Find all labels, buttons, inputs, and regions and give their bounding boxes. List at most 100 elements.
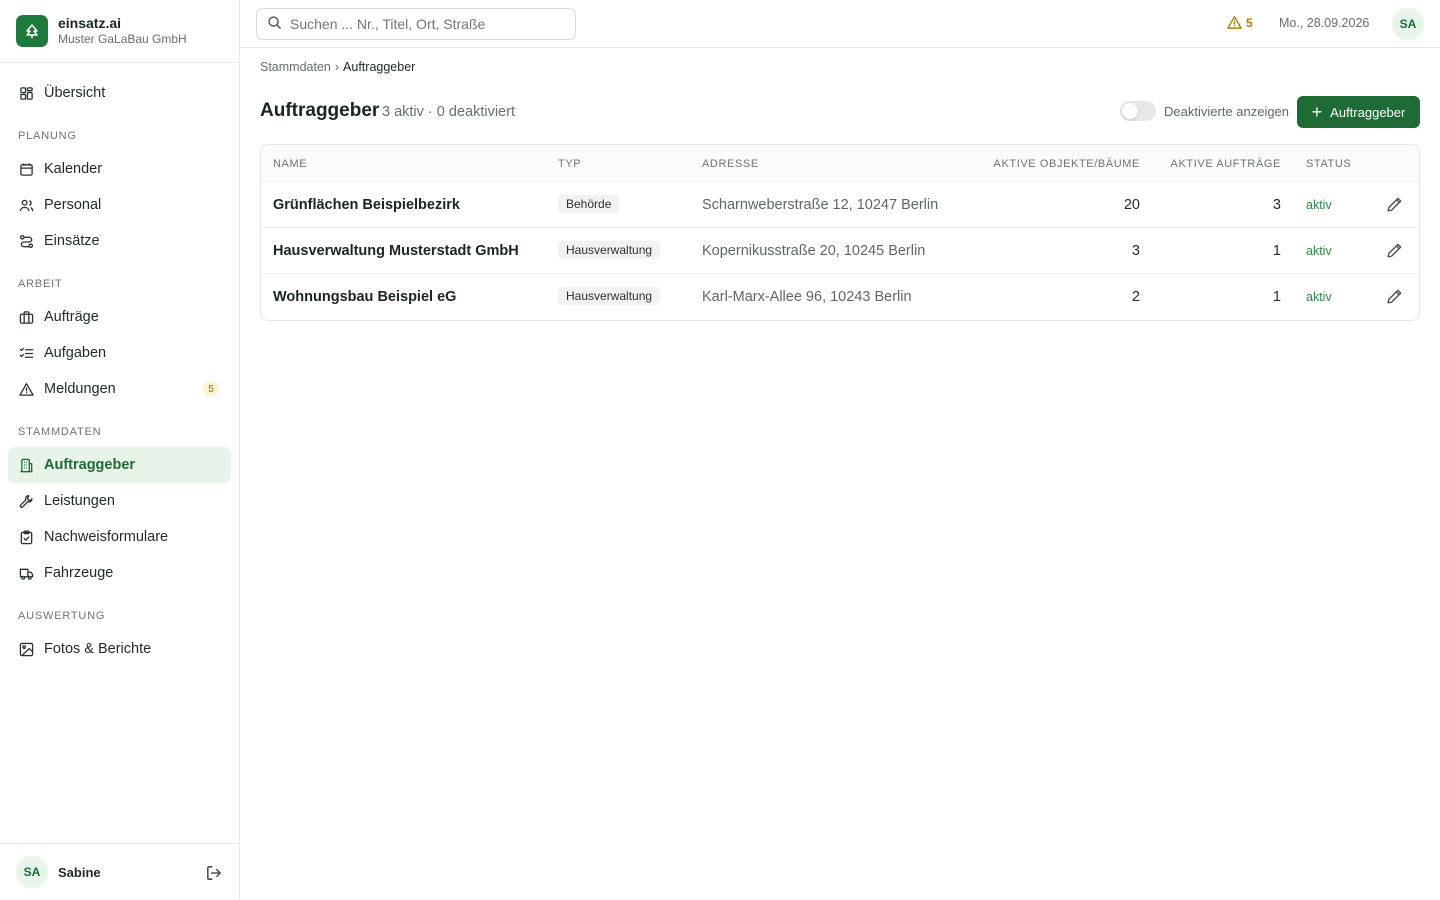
show-deactivated-toggle[interactable]: Deaktivierte anzeigen bbox=[1120, 101, 1289, 121]
checklist-icon bbox=[18, 345, 34, 361]
cell-name[interactable]: Hausverwaltung Musterstadt GmbH bbox=[273, 243, 519, 259]
section-arbeit: ARBEIT bbox=[18, 278, 63, 290]
column-header-name[interactable]: NAME bbox=[273, 158, 307, 170]
status-badge: aktiv bbox=[1306, 198, 1332, 212]
column-header-auftraege[interactable]: AKTIVE AUFTRÄGE bbox=[1171, 158, 1281, 170]
cell-address: Karl-Marx-Allee 96, 10243 Berlin bbox=[702, 289, 912, 305]
cell-name[interactable]: Grünflächen Beispielbezirk bbox=[273, 197, 460, 213]
calendar-icon bbox=[18, 161, 34, 177]
logo-icon bbox=[16, 15, 48, 47]
sidebar-item-fotos-berichte[interactable]: Fotos & Berichte bbox=[8, 631, 231, 667]
user-avatar[interactable]: SA bbox=[1392, 8, 1424, 40]
table-row[interactable]: Grünflächen Beispielbezirk Behörde Schar… bbox=[261, 182, 1419, 228]
add-auftraggeber-button[interactable]: + Auftraggeber bbox=[1297, 96, 1420, 128]
column-header-status[interactable]: STATUS bbox=[1306, 158, 1351, 170]
truck-icon bbox=[18, 565, 34, 581]
sidebar-item-label: Aufgaben bbox=[44, 345, 107, 361]
add-button-label: Auftraggeber bbox=[1330, 104, 1406, 120]
route-icon bbox=[18, 233, 34, 249]
sidebar-item-leistungen[interactable]: Leistungen bbox=[8, 483, 231, 519]
sidebar-item-label: Leistungen bbox=[44, 493, 115, 509]
topbar: 5 Mo., 28.09.2026 SA bbox=[240, 0, 1440, 48]
cell-address: Kopernikusstraße 20, 10245 Berlin bbox=[702, 243, 926, 259]
logout-icon[interactable] bbox=[205, 864, 223, 882]
toggle-label: Deaktivierte anzeigen bbox=[1164, 103, 1290, 119]
sidebar-item-label: Kalender bbox=[44, 161, 103, 177]
cell-orders-count: 1 bbox=[1272, 289, 1281, 305]
users-icon bbox=[18, 197, 34, 213]
column-header-adresse[interactable]: ADRESSE bbox=[702, 158, 759, 170]
sidebar-item-einsaetze[interactable]: Einsätze bbox=[8, 223, 231, 259]
sidebar-item-personal[interactable]: Personal bbox=[8, 187, 231, 223]
section-planung: PLANUNG bbox=[18, 130, 77, 142]
type-badge: Hausverwaltung bbox=[558, 241, 661, 259]
breadcrumb-parent[interactable]: Stammdaten bbox=[260, 60, 331, 74]
company-name: Muster GaLaBau GmbH bbox=[58, 32, 187, 46]
type-badge: Behörde bbox=[558, 195, 620, 213]
wrench-icon bbox=[18, 493, 34, 509]
cell-objects-count: 3 bbox=[1131, 243, 1140, 259]
type-badge: Hausverwaltung bbox=[558, 287, 661, 305]
page-title: Auftraggeber bbox=[260, 100, 380, 121]
column-header-objekte[interactable]: AKTIVE OBJEKTE/BÄUME bbox=[994, 158, 1140, 170]
cell-address: Scharnweberstraße 12, 10247 Berlin bbox=[702, 197, 939, 213]
breadcrumb-current: Auftraggeber bbox=[343, 60, 416, 74]
edit-icon[interactable] bbox=[1386, 196, 1404, 214]
sidebar-item-overview[interactable]: Übersicht bbox=[8, 75, 231, 111]
cell-orders-count: 3 bbox=[1272, 197, 1281, 213]
page-subtitle: 3 aktiv · 0 deaktiviert bbox=[382, 104, 515, 120]
sidebar-item-label: Meldungen bbox=[44, 381, 116, 397]
sidebar-item-label: Fotos & Berichte bbox=[44, 641, 152, 657]
avatar[interactable]: SA bbox=[16, 856, 48, 888]
auftraggeber-table: NAME TYP ADRESSE AKTIVE OBJEKTE/BÄUME AK… bbox=[260, 144, 1420, 321]
table-row[interactable]: Wohnungsbau Beispiel eG Hausverwaltung K… bbox=[261, 274, 1419, 320]
toggle-switch[interactable] bbox=[1120, 101, 1156, 121]
status-badge: aktiv bbox=[1306, 244, 1332, 258]
sidebar-item-aufgaben[interactable]: Aufgaben bbox=[8, 335, 231, 371]
brand[interactable]: einsatz.ai Muster GaLaBau GmbH bbox=[0, 0, 239, 63]
sidebar-item-label: Fahrzeuge bbox=[44, 565, 114, 581]
sidebar-item-label: Einsätze bbox=[44, 233, 100, 249]
clipboard-check-icon bbox=[18, 529, 34, 545]
sidebar-item-meldungen[interactable]: Meldungen 5 bbox=[8, 371, 231, 407]
cell-objects-count: 20 bbox=[1123, 197, 1140, 213]
user-name: Sabine bbox=[58, 864, 101, 880]
building-icon bbox=[18, 457, 34, 473]
sidebar-item-label: Personal bbox=[44, 197, 102, 213]
edit-icon[interactable] bbox=[1386, 288, 1404, 306]
brand-name: einsatz.ai bbox=[58, 15, 122, 31]
search-box[interactable] bbox=[256, 8, 576, 40]
sidebar-item-auftraggeber[interactable]: Auftraggeber bbox=[8, 447, 231, 483]
sidebar-item-label: Auftraggeber bbox=[44, 457, 136, 473]
table-header: NAME TYP ADRESSE AKTIVE OBJEKTE/BÄUME AK… bbox=[261, 145, 1419, 182]
warning-icon bbox=[18, 381, 34, 397]
meldungen-count-badge: 5 bbox=[203, 381, 219, 397]
sidebar-item-auftraege[interactable]: Aufträge bbox=[8, 299, 231, 335]
section-stammdaten: STAMMDATEN bbox=[18, 426, 102, 438]
breadcrumb: Stammdaten › Auftraggeber bbox=[260, 60, 415, 74]
search-input[interactable] bbox=[290, 16, 570, 32]
cell-orders-count: 1 bbox=[1272, 243, 1281, 259]
sidebar-item-fahrzeuge[interactable]: Fahrzeuge bbox=[8, 555, 231, 591]
alerts-indicator[interactable]: 5 bbox=[1227, 15, 1253, 30]
column-header-typ[interactable]: TYP bbox=[558, 158, 581, 170]
grid-icon bbox=[18, 85, 34, 101]
cell-objects-count: 2 bbox=[1131, 289, 1140, 305]
sidebar-item-label: Übersicht bbox=[44, 85, 106, 101]
plus-icon: + bbox=[1311, 102, 1323, 122]
current-date: Mo., 28.09.2026 bbox=[1279, 16, 1370, 30]
sidebar-item-kalender[interactable]: Kalender bbox=[8, 151, 231, 187]
image-icon bbox=[18, 641, 34, 657]
section-auswertung: AUSWERTUNG bbox=[18, 610, 106, 622]
sidebar-item-label: Nachweisformulare bbox=[44, 529, 169, 545]
search-icon bbox=[267, 15, 282, 33]
table-row[interactable]: Hausverwaltung Musterstadt GmbH Hausverw… bbox=[261, 228, 1419, 274]
sidebar: einsatz.ai Muster GaLaBau GmbH Übersicht… bbox=[0, 0, 240, 900]
cell-name[interactable]: Wohnungsbau Beispiel eG bbox=[273, 289, 456, 305]
briefcase-icon bbox=[18, 309, 34, 325]
warning-icon bbox=[1227, 15, 1242, 29]
sidebar-item-label: Aufträge bbox=[44, 309, 99, 325]
edit-icon[interactable] bbox=[1386, 242, 1404, 260]
sidebar-item-nachweisformulare[interactable]: Nachweisformulare bbox=[8, 519, 231, 555]
breadcrumb-separator: › bbox=[334, 60, 340, 74]
